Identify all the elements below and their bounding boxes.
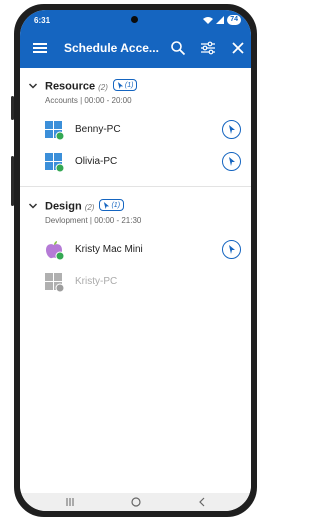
cursor-icon	[117, 81, 124, 89]
content-area: Resource (2) (1) Accounts | 00:00 - 20:00	[20, 68, 251, 493]
device-row[interactable]: Benny-PC	[20, 114, 251, 146]
device-name: Kristy Mac Mini	[75, 244, 143, 255]
cursor-icon	[104, 201, 110, 209]
group-count: (2)	[84, 202, 95, 212]
volume-down-button	[11, 156, 14, 206]
page-title: Schedule Acce...	[64, 41, 159, 55]
group-subtitle: Accounts | 00:00 - 20:00	[45, 96, 132, 105]
connect-button[interactable]	[222, 240, 241, 259]
signal-icon	[216, 16, 225, 24]
toolbar: Schedule Acce...	[20, 32, 251, 64]
volume-up-button	[11, 96, 14, 120]
windows-icon	[45, 153, 64, 172]
cursor-icon	[229, 125, 235, 134]
apple-icon	[46, 241, 64, 260]
group-title: Resource (2) (1)	[45, 79, 138, 93]
device-row[interactable]: Kristy Mac Mini	[20, 234, 251, 266]
windows-icon	[45, 273, 64, 292]
camera-hole	[131, 16, 138, 23]
system-nav-bar	[20, 493, 251, 511]
status-bar: 6:31 74	[20, 10, 251, 30]
chevron-down-icon[interactable]	[28, 81, 38, 91]
group-count: (2)	[98, 82, 108, 92]
status-time: 6:31	[34, 16, 51, 25]
home-icon[interactable]	[130, 496, 142, 508]
connect-badge-count: (1)	[124, 81, 134, 89]
cursor-icon	[229, 157, 235, 166]
group-divider	[20, 186, 251, 187]
group-name: Design	[45, 200, 82, 213]
device-name: Kristy-PC	[75, 276, 118, 287]
cursor-icon	[229, 245, 235, 254]
app-header: 6:31 74 Schedule Acce...	[20, 10, 251, 68]
windows-icon	[45, 121, 64, 140]
recent-apps-icon[interactable]	[64, 496, 76, 508]
filter-settings-icon[interactable]	[200, 40, 216, 56]
phone-frame: 6:31 74 Schedule Acce... Resource (2) (1…	[14, 4, 257, 517]
status-icons: 74	[203, 15, 241, 25]
group-subtitle: Devlopment | 00:00 - 21:30	[45, 216, 142, 225]
menu-icon[interactable]	[32, 40, 48, 56]
battery-indicator: 74	[227, 15, 241, 25]
connect-button[interactable]	[222, 152, 241, 171]
device-row[interactable]: Kristy-PC	[20, 266, 251, 298]
group-title: Design (2) (1)	[45, 199, 125, 213]
connect-button[interactable]	[222, 120, 241, 139]
close-icon[interactable]	[230, 40, 246, 56]
group-header-resource[interactable]: Resource (2) (1) Accounts | 00:00 - 20:00	[20, 74, 251, 114]
wifi-icon	[203, 17, 214, 24]
connect-badge-count: (1)	[111, 201, 121, 209]
group-name: Resource	[45, 80, 96, 93]
device-name: Olivia-PC	[75, 156, 118, 167]
screen: 6:31 74 Schedule Acce... Resource (2) (1…	[20, 10, 251, 511]
group-header-design[interactable]: Design (2) (1) Devlopment | 00:00 - 21:30	[20, 194, 251, 234]
chevron-down-icon[interactable]	[28, 201, 38, 211]
device-row[interactable]: Olivia-PC	[20, 146, 251, 178]
group-connect-badge[interactable]: (1)	[99, 199, 125, 211]
search-icon[interactable]	[170, 40, 186, 56]
back-icon[interactable]	[196, 496, 208, 508]
device-name: Benny-PC	[75, 124, 121, 135]
group-connect-badge[interactable]: (1)	[112, 79, 138, 91]
